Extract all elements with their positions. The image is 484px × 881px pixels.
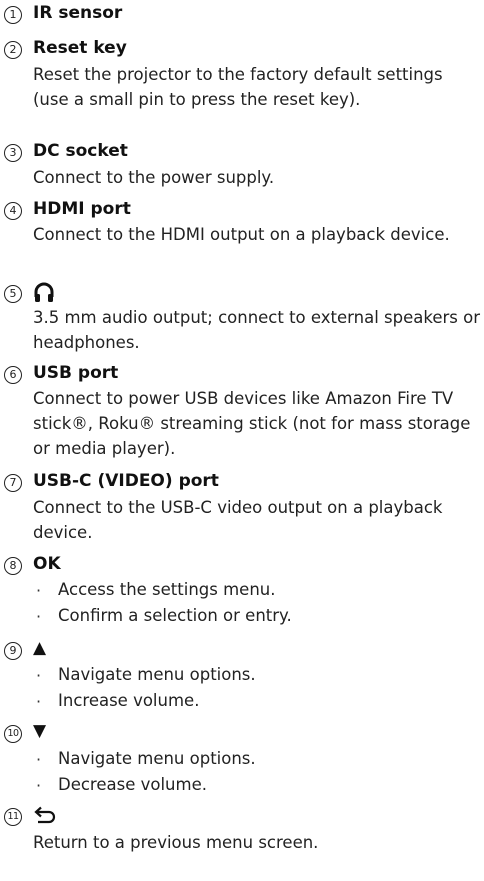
item-number-10: 10 [4, 725, 22, 743]
item-title-hdmi-port: HDMI port [33, 199, 131, 219]
bullet-access-settings: Access the settings menu. [58, 580, 276, 599]
item-number-6: 6 [4, 366, 22, 384]
item-title-usb-c-port: USB-C (VIDEO) port [33, 471, 219, 491]
return-arrow-icon [34, 806, 56, 824]
item-desc-audio-output: 3.5 mm audio output; connect to external… [33, 308, 480, 352]
item-desc-usb-c-port: Connect to the USB-C video output on a p… [33, 498, 443, 542]
item-number-7: 7 [4, 474, 22, 492]
item-desc-reset-key: Reset the projector to the factory defau… [33, 65, 443, 109]
item-number-2: 2 [4, 41, 22, 59]
bullet-dot: · [36, 750, 42, 769]
item-number-1: 1 [4, 6, 22, 24]
headphones-icon [34, 282, 54, 302]
bullet-dot: · [36, 581, 42, 600]
item-desc-usb-port: Connect to power USB devices like Amazon… [33, 389, 471, 458]
item-number-9: 9 [4, 642, 22, 660]
bullet-dot: · [36, 692, 42, 711]
bullet-dot: · [36, 666, 42, 685]
bullet-dot: · [36, 776, 42, 795]
item-title-reset-key: Reset key [33, 38, 127, 58]
item-title-ok: OK [33, 554, 61, 574]
item-number-4: 4 [4, 202, 22, 220]
item-number-5: 5 [4, 285, 22, 303]
down-arrow-icon: ▼ [33, 721, 47, 741]
item-desc-dc-socket: Connect to the power supply. [33, 168, 275, 187]
bullet-increase-volume: Increase volume. [58, 691, 200, 710]
up-arrow-icon: ▲ [33, 638, 47, 658]
manual-page: 1 IR sensor 2 Reset key Reset the projec… [0, 0, 484, 881]
bullet-dot: · [36, 607, 42, 626]
bullet-navigate-options: Navigate menu options. [58, 665, 256, 684]
item-number-8: 8 [4, 557, 22, 575]
bullet-confirm-selection: Confirm a selection or entry. [58, 606, 292, 625]
bullet-navigate-options: Navigate menu options. [58, 749, 256, 768]
item-desc-return: Return to a previous menu screen. [33, 833, 319, 852]
item-number-11: 11 [4, 808, 22, 826]
item-title-ir-sensor: IR sensor [33, 3, 123, 23]
item-number-3: 3 [4, 144, 22, 162]
item-title-dc-socket: DC socket [33, 141, 128, 161]
bullet-decrease-volume: Decrease volume. [58, 775, 207, 794]
item-desc-hdmi-port: Connect to the HDMI output on a playback… [33, 225, 450, 244]
item-title-usb-port: USB port [33, 363, 119, 383]
